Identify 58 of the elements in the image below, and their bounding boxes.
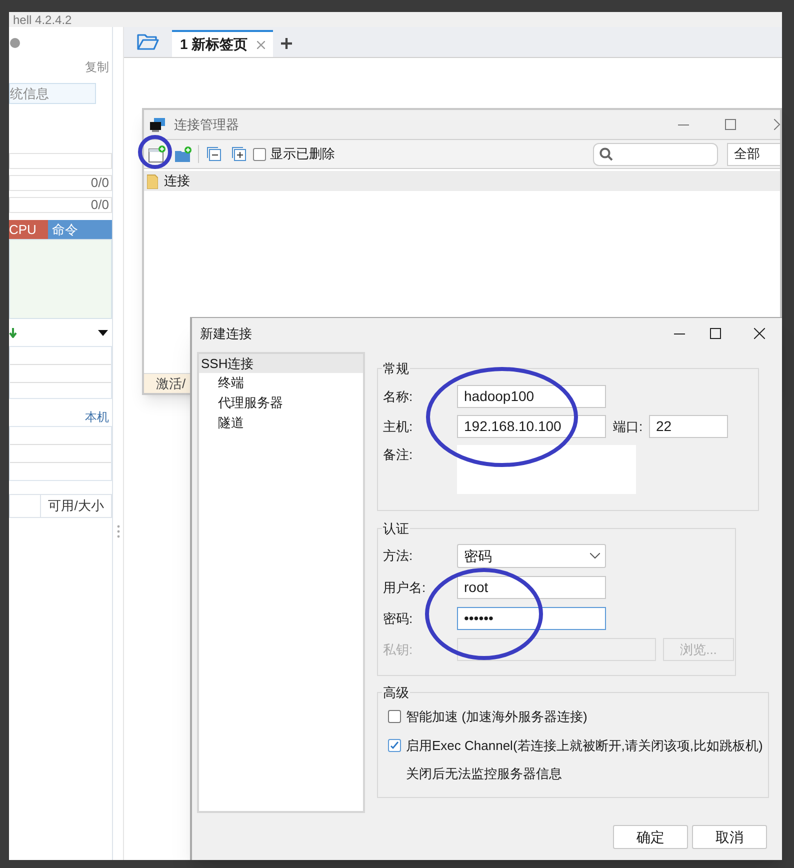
caret-icon[interactable] bbox=[98, 330, 108, 336]
down-arrow-icon bbox=[9, 328, 17, 338]
tree-item[interactable]: 连接 bbox=[144, 171, 780, 191]
field-label: 密码: bbox=[383, 610, 414, 628]
status-text: 激活/ bbox=[156, 374, 186, 393]
new-session-icon[interactable] bbox=[148, 145, 166, 163]
notes-field[interactable] bbox=[457, 445, 636, 494]
field-label: 主机: bbox=[383, 418, 414, 436]
search-icon bbox=[599, 147, 613, 161]
collapse-icon[interactable] bbox=[207, 147, 221, 161]
method-dropdown[interactable]: 密码 bbox=[457, 544, 606, 568]
checkbox-label[interactable]: 智能加速 (加速海外服务器连接) bbox=[406, 707, 588, 726]
new-folder-icon[interactable] bbox=[174, 146, 192, 162]
field-label: 私钥: bbox=[383, 640, 414, 659]
input-field[interactable]: 22 bbox=[649, 415, 728, 438]
tree-item[interactable]: 终端 bbox=[199, 373, 363, 393]
checkbox[interactable] bbox=[388, 738, 401, 752]
expand-icon[interactable] bbox=[232, 147, 246, 161]
field-label: 用户名: bbox=[383, 578, 427, 597]
computer-icon bbox=[150, 118, 166, 132]
hint-text: 关闭后无法监控服务器信息 bbox=[405, 765, 563, 783]
input-field[interactable]: •••••• bbox=[457, 607, 606, 630]
checkbox[interactable] bbox=[253, 148, 266, 160]
folder-icon bbox=[147, 174, 158, 188]
splitter-handle[interactable] bbox=[116, 525, 120, 538]
close-icon[interactable] bbox=[754, 328, 765, 339]
filter-dropdown[interactable]: 全部 bbox=[727, 142, 780, 166]
input-field[interactable]: hadoop100 bbox=[457, 385, 606, 408]
field-label: 端口: bbox=[613, 418, 644, 436]
dialog-title: 新建连接 bbox=[200, 324, 252, 343]
field-label: 备注: bbox=[383, 446, 414, 464]
copy-link[interactable]: 复制 bbox=[85, 58, 109, 75]
tab[interactable]: 1 新标签页 bbox=[172, 30, 273, 57]
dialog-button[interactable]: 确定 bbox=[613, 825, 688, 849]
window-title: hell 4.2.4.2 bbox=[13, 14, 72, 26]
highlight-circle bbox=[138, 135, 172, 169]
tree-item[interactable]: 隧道 bbox=[199, 413, 363, 433]
local-link[interactable]: 本机 bbox=[85, 408, 109, 426]
field-label: 方法: bbox=[383, 547, 414, 566]
search-field[interactable] bbox=[593, 142, 718, 166]
field-label: 名称: bbox=[383, 388, 414, 406]
window-title: 连接管理器 bbox=[174, 116, 239, 134]
input-field[interactable]: root bbox=[457, 576, 606, 599]
dialog-button[interactable]: 取消 bbox=[692, 825, 767, 849]
folder-icon[interactable] bbox=[137, 34, 159, 50]
tree-item[interactable]: 代理服务器 bbox=[199, 393, 363, 413]
input-field[interactable]: 192.168.10.100 bbox=[457, 415, 606, 438]
stat-row: 0/0 bbox=[9, 197, 112, 213]
column-header[interactable]: CPU bbox=[9, 220, 48, 239]
tree-item[interactable]: SSH连接 bbox=[199, 354, 363, 373]
checkbox-label[interactable]: 启用Exec Channel(若连接上就被断开,请关闭该项,比如跳板机) bbox=[406, 736, 763, 755]
minimize-icon[interactable] bbox=[674, 332, 685, 334]
maximize-icon[interactable] bbox=[710, 328, 721, 339]
add-tab-icon[interactable] bbox=[281, 38, 292, 49]
checkbox-label[interactable]: 显示已删除 bbox=[270, 144, 335, 164]
stat-row: 0/0 bbox=[9, 175, 112, 191]
chevron-icon bbox=[590, 553, 600, 559]
checkbox[interactable] bbox=[388, 710, 401, 724]
